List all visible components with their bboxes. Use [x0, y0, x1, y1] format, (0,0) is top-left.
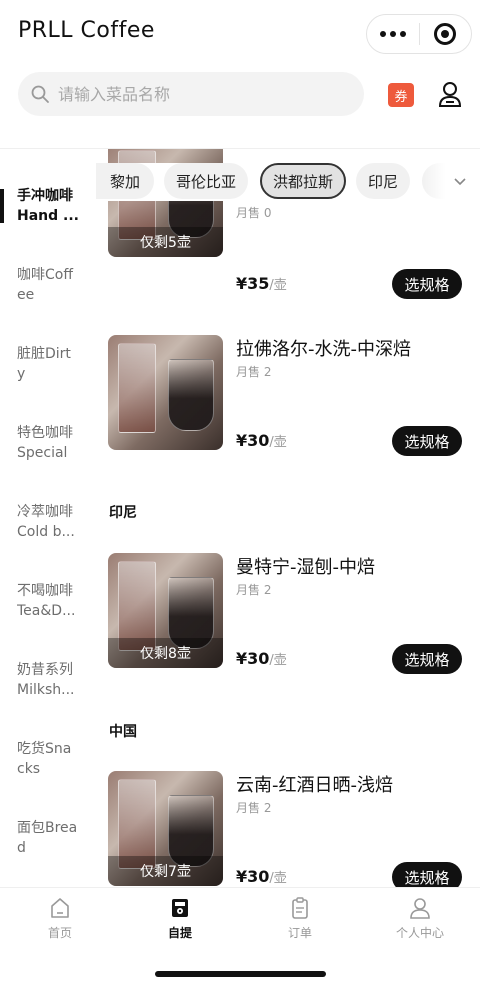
- stock-label: 仅剩7壶: [108, 856, 223, 886]
- stock-label: 仅剩5壶: [108, 227, 223, 257]
- sidebar-item-tea[interactable]: 不喝咖啡 Tea&D...: [0, 581, 96, 641]
- section-title-indonesia: 印尼: [109, 505, 137, 521]
- sidebar-item-hand-drip[interactable]: 手冲咖啡 Hand ...: [0, 186, 96, 246]
- sidebar-item-cold-brew[interactable]: 冷萃咖啡 Cold b...: [0, 502, 96, 562]
- product-price: ¥30/壶: [236, 649, 287, 668]
- sidebar-item-dirty[interactable]: 脏脏Dirt y: [0, 344, 96, 404]
- coupon-button[interactable]: 券: [388, 83, 414, 107]
- chip-indonesia[interactable]: 印尼: [356, 163, 410, 199]
- product-image[interactable]: 仅剩7壶: [108, 771, 223, 886]
- product-list: 仅剩5壶 月售 0 ¥35/壶 选规格 黎加 哥伦比亚 洪都拉斯 印尼 拉佛洛尔…: [96, 149, 480, 887]
- origin-filter-bar: 黎加 哥伦比亚 洪都拉斯 印尼: [96, 163, 480, 201]
- home-icon: [51, 898, 69, 918]
- chip-colombia[interactable]: 哥伦比亚: [164, 163, 248, 199]
- sidebar-item-bread[interactable]: 面包Brea d: [0, 818, 96, 878]
- stock-label: 仅剩8壶: [108, 638, 223, 668]
- tab-profile[interactable]: 个人中心: [360, 896, 480, 946]
- product-sold: 月售 2: [236, 801, 272, 815]
- profile-icon: [410, 898, 430, 919]
- product-price: ¥30/壶: [236, 867, 287, 886]
- app-title: PRLL Coffee: [18, 18, 155, 43]
- product-price: ¥30/壶: [236, 431, 287, 450]
- more-dots-icon[interactable]: [367, 15, 419, 53]
- product-image[interactable]: [108, 335, 223, 450]
- chip-costa-rica[interactable]: 黎加: [96, 163, 154, 199]
- product-sold: 月售 2: [236, 365, 272, 379]
- product-item[interactable]: 仅剩7壶 云南-红酒日晒-浅焙 月售 2 ¥30/壶 选规格: [96, 771, 480, 887]
- search-icon: [31, 85, 49, 103]
- pickup-icon: [172, 899, 188, 917]
- product-price: ¥35/壶: [236, 274, 287, 293]
- select-spec-button[interactable]: 选规格: [392, 644, 462, 674]
- product-name: 云南-红酒日晒-浅焙: [236, 775, 393, 796]
- product-sold: 月售 0: [236, 206, 272, 220]
- order-icon: [292, 897, 308, 919]
- product-sold: 月售 2: [236, 583, 272, 597]
- tab-pickup[interactable]: 自提: [120, 896, 240, 946]
- sidebar-item-special[interactable]: 特色咖啡 Special: [0, 423, 96, 483]
- product-image[interactable]: 仅剩8壶: [108, 553, 223, 668]
- sidebar-item-coffee[interactable]: 咖啡Coff ee: [0, 265, 96, 325]
- chevron-down-icon: [454, 178, 466, 186]
- home-indicator: [155, 971, 326, 977]
- sidebar-item-snacks[interactable]: 吃货Sna cks: [0, 739, 96, 799]
- target-icon[interactable]: [419, 15, 471, 53]
- mini-program-capsule: [366, 14, 472, 54]
- product-name: 拉佛洛尔-水洗-中深焙: [236, 339, 411, 360]
- chip-honduras[interactable]: 洪都拉斯: [260, 163, 346, 199]
- product-name: 曼特宁-湿刨-中焙: [236, 557, 375, 578]
- tab-orders[interactable]: 订单: [240, 896, 360, 946]
- product-item[interactable]: 仅剩8壶 曼特宁-湿刨-中焙 月售 2 ¥30/壶 选规格: [96, 553, 480, 674]
- sidebar-item-milkshake[interactable]: 奶昔系列 Milksh...: [0, 660, 96, 720]
- search-bar[interactable]: [18, 72, 364, 116]
- tab-home[interactable]: 首页: [0, 896, 120, 946]
- search-input[interactable]: [58, 84, 338, 104]
- select-spec-button[interactable]: 选规格: [392, 426, 462, 456]
- category-sidebar: 手冲咖啡 Hand ... 咖啡Coff ee 脏脏Dirt y 特色咖啡 Specia…: [0, 149, 96, 887]
- chip-expand-toggle[interactable]: [422, 163, 480, 201]
- user-icon[interactable]: [436, 80, 464, 108]
- select-spec-button[interactable]: 选规格: [392, 862, 462, 887]
- product-item[interactable]: 拉佛洛尔-水洗-中深焙 月售 2 ¥30/壶 选规格: [96, 335, 480, 456]
- section-title-china: 中国: [109, 724, 137, 740]
- select-spec-button[interactable]: 选规格: [392, 269, 462, 299]
